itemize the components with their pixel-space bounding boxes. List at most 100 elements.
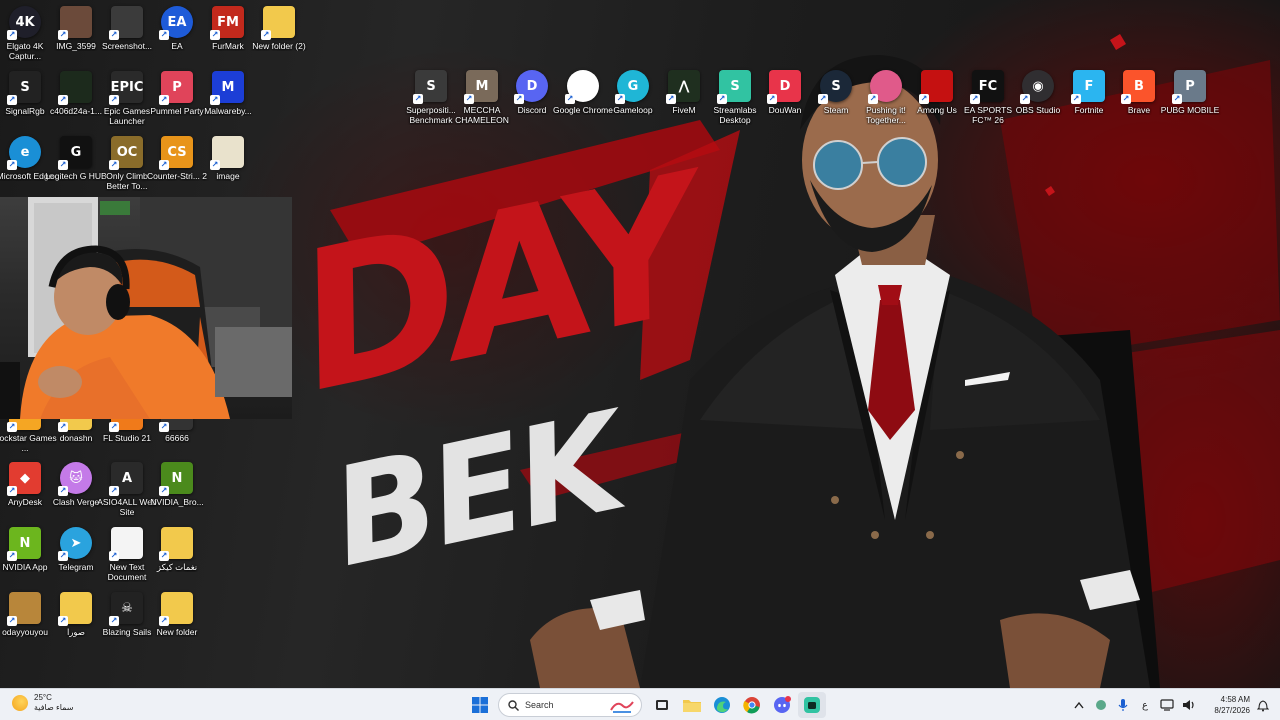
shortcut-arrow-icon: ↗ bbox=[58, 551, 68, 561]
tray-app-button[interactable] bbox=[1090, 694, 1112, 716]
taskbar-search[interactable]: Search bbox=[498, 693, 642, 717]
desktop-shortcut[interactable]: e ↗ Microsoft Edge bbox=[0, 136, 53, 181]
shortcut-arrow-icon: ↗ bbox=[1121, 94, 1131, 104]
icon-glyph: B bbox=[1134, 78, 1144, 94]
shortcut-arrow-icon: ↗ bbox=[464, 94, 474, 104]
desktop-shortcut[interactable]: M ↗ MECCHA CHAMELEON bbox=[455, 70, 509, 125]
icon-glyph: S bbox=[426, 78, 436, 94]
shortcut-arrow-icon: ↗ bbox=[7, 551, 17, 561]
shortcut-arrow-icon: ↗ bbox=[7, 160, 17, 170]
icon-glyph: M bbox=[221, 79, 235, 95]
text-document-icon: ↗ bbox=[109, 527, 143, 561]
game-icon: OC ↗ bbox=[109, 136, 143, 170]
shortcut-arrow-icon: ↗ bbox=[1172, 94, 1182, 104]
tray-network-button[interactable] bbox=[1156, 694, 1178, 716]
desktop-shortcut[interactable]: ↗ نغمات كيكز bbox=[152, 527, 202, 572]
signalrgb-icon: S ↗ bbox=[7, 71, 41, 105]
tray-microphone-button[interactable] bbox=[1112, 694, 1134, 716]
desktop-shortcut[interactable]: ↗ c406d24a-1... bbox=[50, 71, 102, 116]
desktop-shortcut[interactable]: D ↗ DouWan bbox=[760, 70, 810, 115]
fivem-icon: ⋀ ↗ bbox=[666, 70, 700, 104]
desktop-shortcut[interactable]: ➤ ↗ Telegram bbox=[51, 527, 101, 572]
bell-icon bbox=[1257, 699, 1269, 711]
notifications-button[interactable] bbox=[1254, 699, 1272, 712]
pummel-party-icon: P ↗ bbox=[159, 71, 193, 105]
language-indicator[interactable]: ع bbox=[1134, 694, 1156, 716]
status-dot-icon bbox=[1096, 700, 1106, 710]
desktop-shortcut[interactable]: OC ↗ Only Climb Better To... bbox=[102, 136, 152, 191]
edge-icon: e ↗ bbox=[7, 136, 41, 170]
shortcut-arrow-icon: ↗ bbox=[970, 94, 980, 104]
icon-glyph: 🐱 bbox=[69, 470, 83, 486]
task-view-button[interactable] bbox=[648, 692, 676, 718]
icon-glyph: M bbox=[475, 78, 489, 94]
shortcut-arrow-icon: ↗ bbox=[919, 94, 929, 104]
shortcut-arrow-icon: ↗ bbox=[1071, 94, 1081, 104]
system-tray: ع 4:58 AM 8/27/2026 bbox=[1068, 689, 1272, 720]
icon-glyph: EA bbox=[167, 14, 187, 30]
desktop-shortcut[interactable]: G ↗ Gameloop bbox=[608, 70, 658, 115]
shortcut-arrow-icon: ↗ bbox=[159, 616, 169, 626]
clash-verge-icon: 🐱 ↗ bbox=[58, 462, 92, 496]
desktop-shortcut[interactable]: ↗ صورا bbox=[51, 592, 101, 637]
desktop-shortcut[interactable]: A ↗ ASIO4ALL Web Site bbox=[97, 462, 157, 517]
shortcut-arrow-icon: ↗ bbox=[58, 486, 68, 496]
tray-volume-button[interactable] bbox=[1178, 694, 1200, 716]
desktop-shortcut[interactable]: 🐱 ↗ Clash Verge bbox=[51, 462, 101, 507]
desktop-shortcut[interactable]: ↗ New folder (2) bbox=[252, 6, 306, 51]
chrome-taskbar-button[interactable] bbox=[738, 692, 766, 718]
desktop-shortcut[interactable]: EPIC ↗ Epic Games Launcher bbox=[102, 71, 152, 126]
desktop-shortcut[interactable]: ↗ Among Us bbox=[912, 70, 962, 115]
desktop-shortcut-label: image bbox=[216, 171, 240, 181]
desktop-shortcut[interactable]: ↗ image bbox=[203, 136, 253, 181]
shortcut-arrow-icon: ↗ bbox=[514, 94, 524, 104]
icon-glyph: ☠ bbox=[121, 600, 133, 616]
desktop-shortcut[interactable]: 4K ↗ Elgato 4K Captur... bbox=[0, 6, 50, 61]
weather-widget[interactable]: 25°C سماء صافية bbox=[12, 693, 74, 713]
desktop-shortcut[interactable]: D ↗ Discord bbox=[507, 70, 557, 115]
desktop-shortcut[interactable]: N ↗ NVIDIA App bbox=[0, 527, 50, 572]
icon-glyph: ⋀ bbox=[678, 78, 690, 94]
edge-taskbar-button[interactable] bbox=[708, 692, 736, 718]
desktop-shortcut[interactable]: N ↗ NVIDIA_Bro... bbox=[150, 462, 204, 507]
shortcut-arrow-icon: ↗ bbox=[868, 94, 878, 104]
search-highlight-icon bbox=[610, 701, 634, 713]
desktop-shortcut[interactable]: ↗ New folder bbox=[152, 592, 202, 637]
desktop-shortcut[interactable]: B ↗ Brave bbox=[1114, 70, 1164, 115]
weather-temperature: 25°C bbox=[34, 693, 52, 702]
desktop-shortcut[interactable]: G ↗ Logitech G HUB bbox=[45, 136, 107, 181]
file-explorer-button[interactable] bbox=[678, 692, 706, 718]
desktop-shortcut[interactable]: P ↗ Pummel Party bbox=[150, 71, 204, 116]
counter-strike-icon: CS ↗ bbox=[159, 136, 193, 170]
desktop-shortcut-label: Malwareby... bbox=[204, 106, 252, 116]
shortcut-arrow-icon: ↗ bbox=[615, 94, 625, 104]
image-file-icon: ↗ bbox=[210, 136, 244, 170]
shortcut-arrow-icon: ↗ bbox=[58, 160, 68, 170]
desktop-shortcut-label: New folder bbox=[156, 627, 198, 637]
desktop-shortcut[interactable]: EA ↗ EA bbox=[152, 6, 202, 51]
clock[interactable]: 4:58 AM 8/27/2026 bbox=[1204, 694, 1250, 716]
desktop-shortcut[interactable]: S ↗ Streamlabs Desktop bbox=[710, 70, 760, 125]
desktop-shortcut[interactable]: M ↗ Malwareby... bbox=[203, 71, 253, 116]
start-button[interactable] bbox=[466, 692, 494, 718]
desktop-shortcut[interactable]: ↗ Pushing it! Together... bbox=[861, 70, 911, 125]
desktop-shortcut[interactable]: P ↗ PUBG MOBILE bbox=[1161, 70, 1219, 115]
shortcut-arrow-icon: ↗ bbox=[109, 616, 119, 626]
chrome-icon bbox=[743, 697, 760, 714]
desktop-shortcut[interactable]: ↗ IMG_3599 bbox=[51, 6, 101, 51]
desktop-shortcut[interactable]: S ↗ SignalRgb bbox=[0, 71, 50, 116]
desktop-shortcut[interactable]: CS ↗ Counter-Stri... 2 bbox=[147, 136, 207, 181]
desktop-shortcut[interactable]: ↗ odayyouyou bbox=[0, 592, 50, 637]
desktop-shortcut[interactable]: FC ↗ EA SPORTS FC™ 26 bbox=[963, 70, 1013, 125]
desktop-shortcut[interactable]: ↗ New Text Document bbox=[102, 527, 152, 582]
pubg-mobile-icon: P ↗ bbox=[1172, 70, 1206, 104]
obs-icon: ◉ ↗ bbox=[1020, 70, 1054, 104]
desktop-shortcut[interactable]: ◆ ↗ AnyDesk bbox=[0, 462, 50, 507]
desktop-shortcut[interactable]: S ↗ Superpositi... Benchmark bbox=[406, 70, 456, 125]
discord-taskbar-button[interactable] bbox=[768, 692, 796, 718]
desktop-shortcut[interactable]: FM ↗ FurMark bbox=[203, 6, 253, 51]
tray-overflow-button[interactable] bbox=[1068, 694, 1090, 716]
desktop-shortcut[interactable]: ⋀ ↗ FiveM bbox=[659, 70, 709, 115]
streamlabs-taskbar-button[interactable] bbox=[798, 692, 826, 718]
desktop-shortcut[interactable]: ◉ ↗ OBS Studio bbox=[1013, 70, 1063, 115]
